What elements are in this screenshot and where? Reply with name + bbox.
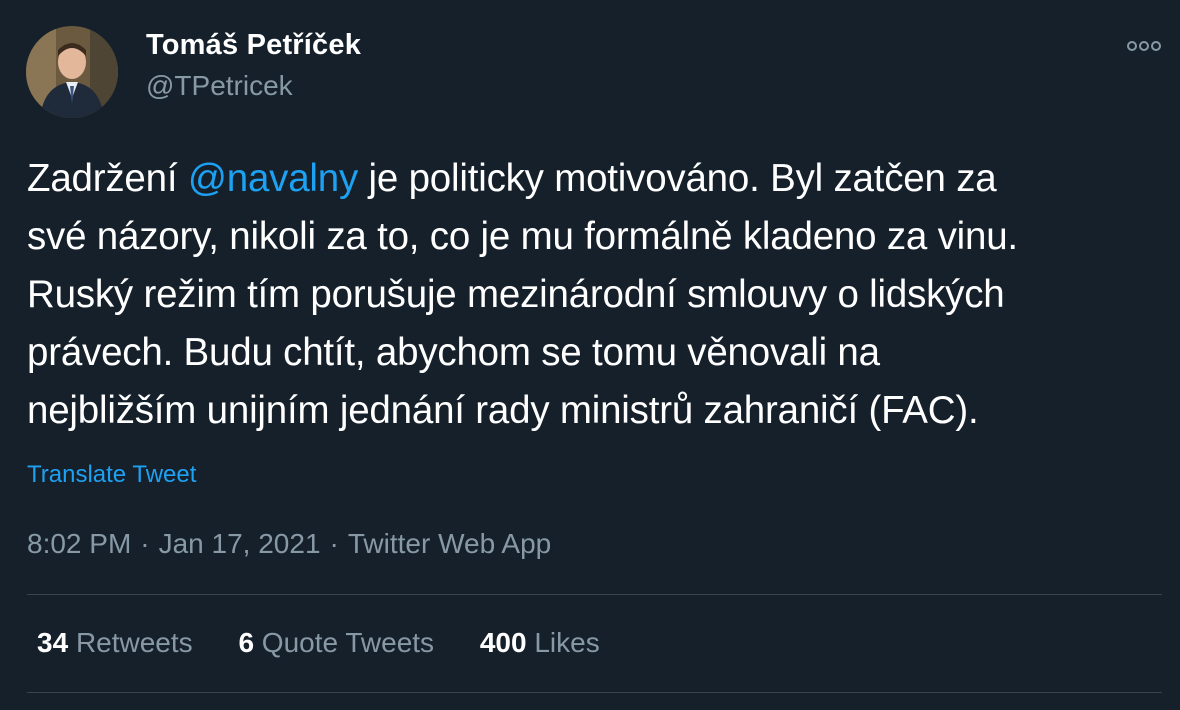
avatar[interactable] bbox=[26, 26, 118, 118]
meta-separator: · bbox=[329, 528, 339, 559]
quote-tweets-label: Quote Tweets bbox=[261, 627, 435, 658]
tweet-date[interactable]: Jan 17, 2021 bbox=[159, 528, 321, 559]
retweets-count: 34 bbox=[37, 627, 69, 658]
translate-tweet-link[interactable]: Translate Tweet bbox=[27, 461, 196, 489]
tweet-text-segment: je politicky motivováno. Byl zatčen za bbox=[358, 157, 997, 200]
more-options-button[interactable] bbox=[1122, 34, 1166, 58]
tweet-text-line: Ruský režim tím porušuje mezinárodní sml… bbox=[27, 273, 1005, 316]
tweet-text-line: své názory, nikoli za to, co je mu formá… bbox=[27, 215, 1018, 258]
tweet-text-line: nejbližším unijním jednání rady ministrů… bbox=[27, 389, 979, 432]
tweet-text-line: Zadržení @navalny je politicky motivován… bbox=[27, 150, 1167, 208]
meta-separator: · bbox=[140, 528, 150, 559]
likes-label: Likes bbox=[534, 627, 600, 658]
more-horizontal-icon bbox=[1127, 41, 1161, 51]
tweet-source[interactable]: Twitter Web App bbox=[348, 528, 551, 559]
quote-tweets-stat[interactable]: 6 Quote Tweets bbox=[238, 627, 434, 659]
retweets-label: Retweets bbox=[75, 627, 193, 658]
quote-tweets-count: 6 bbox=[238, 627, 255, 658]
retweets-stat[interactable]: 34 Retweets bbox=[37, 627, 193, 659]
tweet-card: Tomáš Petříček @TPetricek Zadržení @nava… bbox=[0, 0, 1180, 710]
likes-stat[interactable]: 400 Likes bbox=[480, 627, 600, 659]
divider bbox=[27, 692, 1162, 693]
tweet-time[interactable]: 8:02 PM bbox=[27, 528, 131, 559]
display-name[interactable]: Tomáš Petříček bbox=[146, 29, 361, 62]
tweet-stats: 34 Retweets 6 Quote Tweets 400 Likes bbox=[37, 627, 638, 659]
tweet-text-line: právech. Budu chtít, abychom se tomu věn… bbox=[27, 331, 880, 374]
tweet-text: Zadržení @navalny je politicky motivován… bbox=[27, 150, 1167, 440]
avatar-photo bbox=[26, 26, 118, 118]
likes-count: 400 bbox=[479, 627, 527, 658]
user-handle[interactable]: @TPetricek bbox=[146, 70, 293, 102]
tweet-text-segment: Zadržení bbox=[27, 157, 188, 200]
tweet-meta: 8:02 PM · Jan 17, 2021 · Twitter Web App bbox=[27, 528, 551, 560]
divider bbox=[27, 594, 1162, 595]
mention-link[interactable]: @navalny bbox=[188, 157, 358, 200]
